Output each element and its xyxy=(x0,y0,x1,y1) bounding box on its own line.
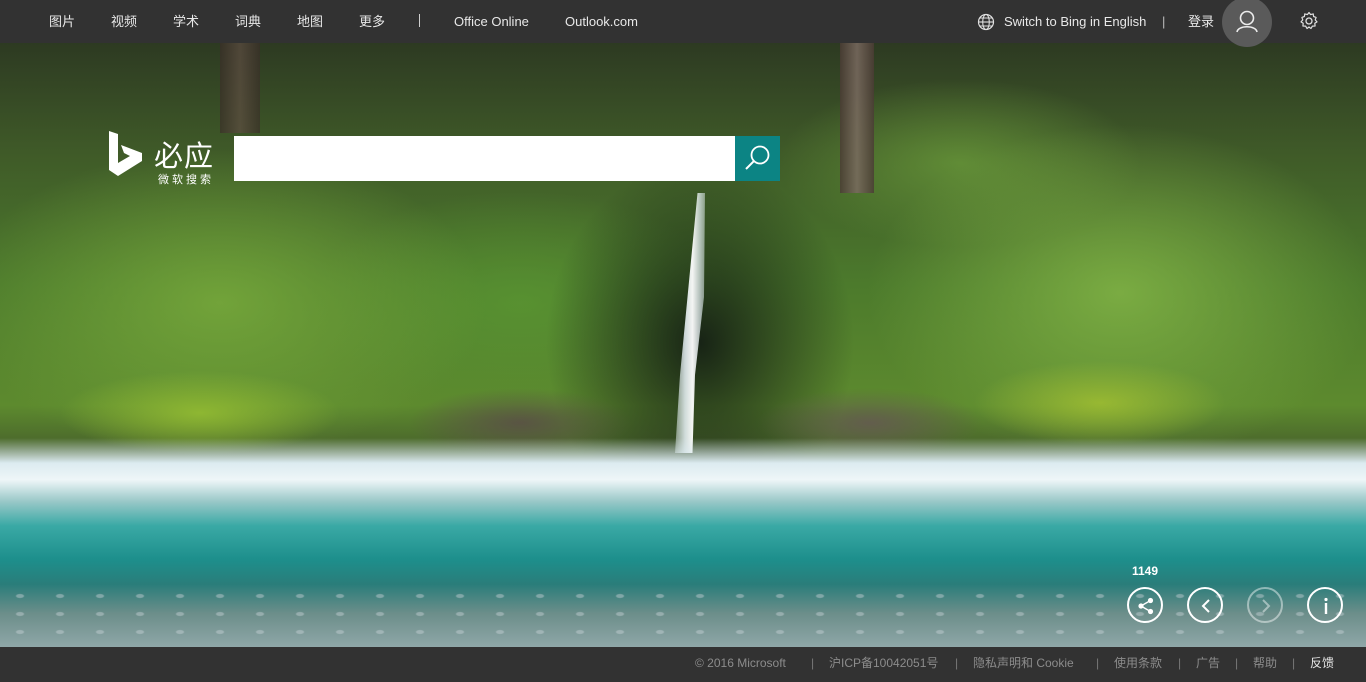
footer-divider: | xyxy=(1096,656,1100,670)
nav-item-academic[interactable]: 学术 xyxy=(173,0,199,43)
next-image-button[interactable] xyxy=(1247,587,1283,623)
bing-b-icon xyxy=(109,131,142,176)
globe-icon[interactable] xyxy=(977,13,995,31)
nav-item-office-online[interactable]: Office Online xyxy=(454,0,529,43)
nav-item-maps[interactable]: 地图 xyxy=(297,0,323,43)
nav-item-more[interactable]: 更多 xyxy=(359,0,385,43)
nav-item-images[interactable]: 图片 xyxy=(49,0,75,43)
footer-feedback-link[interactable]: 反馈 xyxy=(1310,647,1334,682)
info-icon xyxy=(1324,597,1328,614)
footer-copyright: © 2016 Microsoft xyxy=(695,656,786,670)
share-button[interactable] xyxy=(1127,587,1163,623)
footer-privacy-link[interactable]: 隐私声明和 Cookie xyxy=(973,647,1074,682)
footer-divider: | xyxy=(1178,656,1182,670)
footer-divider: | xyxy=(1235,656,1239,670)
share-icon xyxy=(1138,597,1154,615)
footer-ads-link[interactable]: 广告 xyxy=(1196,647,1220,682)
account-divider: | xyxy=(1162,14,1166,29)
share-count: 1149 xyxy=(1132,564,1159,578)
top-bar: 图片 视频 学术 词典 地图 更多 Office Online Outlook.… xyxy=(0,0,1366,47)
chevron-right-icon xyxy=(1262,599,1271,613)
settings-gear-icon[interactable] xyxy=(1299,11,1319,31)
user-icon xyxy=(1236,10,1258,33)
search-icon xyxy=(745,145,770,170)
footer-divider: | xyxy=(811,656,815,670)
footer: © 2016 Microsoft | 沪ICP备10042051号 | 隐私声明… xyxy=(0,647,1366,682)
nav-divider xyxy=(419,14,420,27)
logo-title: 必应 xyxy=(154,139,215,173)
nav-item-videos[interactable]: 视频 xyxy=(111,0,137,43)
logo-subtitle: 微软搜索 xyxy=(158,173,214,186)
nav-item-outlook[interactable]: Outlook.com xyxy=(565,0,638,43)
photo-tree-trunk-left xyxy=(220,43,260,133)
footer-terms-link[interactable]: 使用条款 xyxy=(1114,647,1162,682)
footer-help-link[interactable]: 帮助 xyxy=(1253,647,1277,682)
footer-icp-link[interactable]: 沪ICP备10042051号 xyxy=(829,647,938,682)
login-link[interactable]: 登录 xyxy=(1188,0,1214,43)
bing-logo[interactable]: 必应 微软搜索 xyxy=(108,131,220,187)
footer-divider: | xyxy=(1292,656,1296,670)
search-button[interactable] xyxy=(735,136,780,181)
footer-divider: | xyxy=(955,656,959,670)
search-input[interactable] xyxy=(234,136,735,181)
nav-item-dictionary[interactable]: 词典 xyxy=(235,0,261,43)
chevron-left-icon xyxy=(1201,599,1210,613)
photo-tree-trunk-right xyxy=(840,43,874,193)
previous-image-button[interactable] xyxy=(1187,587,1223,623)
image-info-button[interactable] xyxy=(1307,587,1343,623)
avatar-button[interactable] xyxy=(1222,0,1272,47)
switch-language-link[interactable]: Switch to Bing in English xyxy=(1004,0,1146,43)
